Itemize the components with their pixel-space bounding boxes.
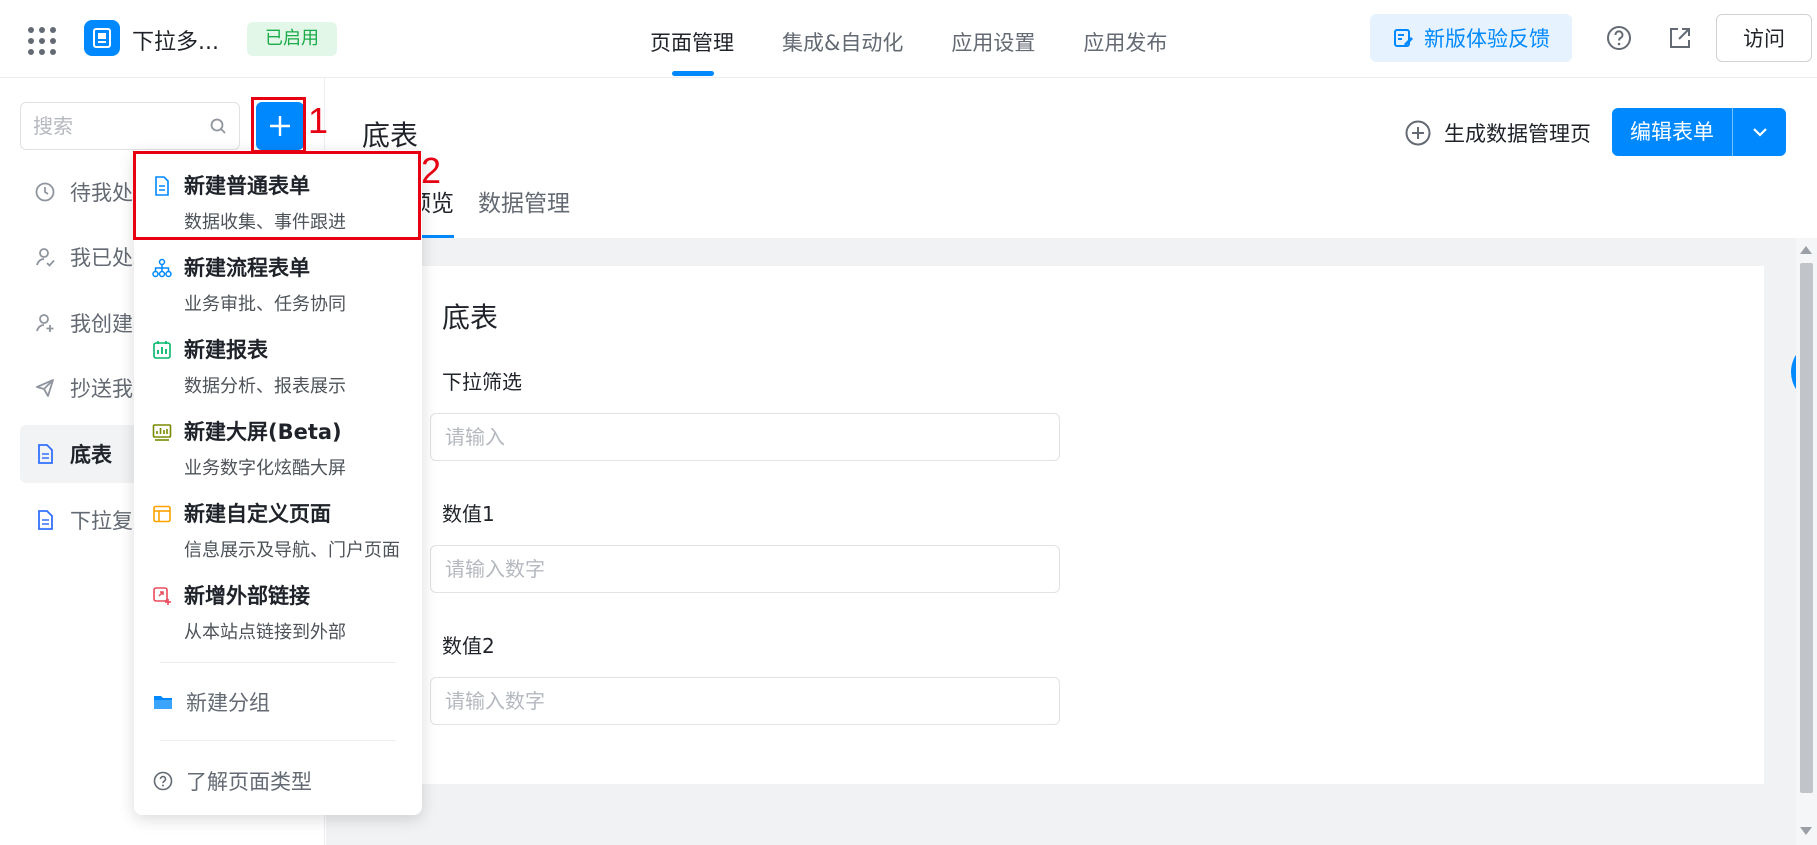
menu-item-desc: 信息展示及导航、门户页面 xyxy=(184,540,400,561)
sidebar-item-label: 底表 xyxy=(70,443,112,467)
search-icon[interactable] xyxy=(209,117,227,135)
field-number1 xyxy=(430,545,1060,593)
menu-item-title: 新建自定义页面 xyxy=(184,502,331,526)
page-title: 底表 xyxy=(362,119,419,152)
annotation-label-1: 1 xyxy=(308,100,329,141)
status-badge: 已启用 xyxy=(247,22,337,56)
field-number2 xyxy=(430,677,1060,725)
tab-app-publish[interactable]: 应用发布 xyxy=(1083,0,1167,78)
flow-icon xyxy=(152,258,172,278)
folder-icon xyxy=(154,696,172,709)
document-icon xyxy=(38,510,53,530)
screen-icon xyxy=(152,424,172,441)
main-nav: 页面管理 集成&自动化 应用设置 应用发布 xyxy=(650,0,1215,78)
search-box xyxy=(20,102,240,150)
chevron-down-icon xyxy=(1752,128,1767,137)
top-bar: 下拉多... 已启用 页面管理 集成&自动化 应用设置 应用发布 新版体验反馈 … xyxy=(0,0,1817,78)
clock-icon xyxy=(35,182,55,202)
annotation-label-2: 2 xyxy=(421,150,442,191)
menu-item-title: 新建大屏(Beta) xyxy=(184,420,342,444)
user-check-icon xyxy=(36,248,55,267)
menu-item-new-report[interactable]: 新建报表 数据分析、报表展示 xyxy=(134,320,422,402)
form-card: 底表 下拉筛选 数值1 数值2 xyxy=(350,266,1764,784)
search-input[interactable] xyxy=(21,103,191,149)
form-title: 底表 xyxy=(442,301,499,334)
menu-item-desc: 从本站点链接到外部 xyxy=(184,622,346,643)
annotation-box-2 xyxy=(133,151,421,240)
menu-item-new-group[interactable]: 新建分组 xyxy=(134,677,422,727)
open-external-icon[interactable] xyxy=(1666,24,1694,52)
send-icon xyxy=(36,379,54,397)
generate-label: 生成数据管理页 xyxy=(1444,122,1591,146)
dropdown-filter-input[interactable] xyxy=(431,414,1059,460)
tab-data-management[interactable]: 数据管理 xyxy=(478,178,570,238)
edit-form-label[interactable]: 编辑表单 xyxy=(1612,108,1732,156)
app-grid-icon[interactable] xyxy=(28,27,56,55)
report-icon xyxy=(153,341,171,359)
annotation-box-1 xyxy=(251,97,306,153)
menu-item-page-types[interactable]: 了解页面类型 xyxy=(134,756,422,806)
menu-item-new-external-link[interactable]: 新增外部链接 从本站点链接到外部 xyxy=(134,566,422,648)
menu-item-title: 新建报表 xyxy=(184,338,268,362)
edit-note-icon xyxy=(1394,29,1413,47)
new-page-menu: 新建普通表单 数据收集、事件跟进 新建流程表单 业务审批、任务协同 新建报表 数… xyxy=(134,150,422,815)
menu-item-new-flow-form[interactable]: 新建流程表单 业务审批、任务协同 xyxy=(134,238,422,320)
menu-item-label: 了解页面类型 xyxy=(186,770,312,794)
menu-item-title: 新增外部链接 xyxy=(184,584,310,608)
field-label-dropdown-filter: 下拉筛选 xyxy=(442,370,522,394)
tab-integration-automation[interactable]: 集成&自动化 xyxy=(782,0,903,78)
menu-item-desc: 业务数字化炫酷大屏 xyxy=(184,458,346,479)
help-icon[interactable] xyxy=(1605,24,1633,52)
tab-app-settings[interactable]: 应用设置 xyxy=(951,0,1035,78)
scrollbar-thumb[interactable] xyxy=(1800,263,1813,793)
scroll-down-icon[interactable] xyxy=(1800,827,1812,835)
custom-page-icon xyxy=(153,505,171,523)
tab-page-management[interactable]: 页面管理 xyxy=(650,0,734,78)
field-dropdown-filter xyxy=(430,413,1060,461)
preview-area: 底表 下拉筛选 数值1 数值2 xyxy=(326,238,1796,845)
menu-item-new-custom-page[interactable]: 新建自定义页面 信息展示及导航、门户页面 xyxy=(134,484,422,566)
generate-data-page-button[interactable]: 生成数据管理页 xyxy=(1404,118,1591,148)
menu-item-title: 新建流程表单 xyxy=(184,256,310,280)
scroll-up-icon[interactable] xyxy=(1800,246,1812,254)
menu-item-desc: 业务审批、任务协同 xyxy=(184,294,346,315)
menu-item-desc: 数据分析、报表展示 xyxy=(184,376,346,397)
user-add-icon xyxy=(36,314,54,332)
external-link-icon xyxy=(153,587,171,605)
edit-form-dropdown[interactable] xyxy=(1732,108,1786,156)
main-content: 底表 生成数据管理页 编辑表单 表单预览 数据管理 底表 下拉筛选 数值1 数值… xyxy=(326,78,1817,845)
number1-input[interactable] xyxy=(431,546,1059,592)
vertical-scrollbar[interactable] xyxy=(1796,238,1817,845)
help-icon xyxy=(153,771,173,791)
feedback-button[interactable]: 新版体验反馈 xyxy=(1370,14,1572,62)
app-name[interactable]: 下拉多... xyxy=(132,24,219,56)
menu-item-label: 新建分组 xyxy=(186,691,270,715)
visit-button[interactable]: 访问 xyxy=(1716,14,1812,62)
menu-item-new-big-screen[interactable]: 新建大屏(Beta) 业务数字化炫酷大屏 xyxy=(134,402,422,484)
menu-divider xyxy=(160,740,396,741)
plus-circle-icon xyxy=(1405,120,1431,146)
field-label-number1: 数值1 xyxy=(442,502,495,526)
feedback-label: 新版体验反馈 xyxy=(1424,27,1550,51)
app-logo-icon xyxy=(84,20,120,56)
document-icon xyxy=(38,444,53,464)
menu-divider xyxy=(160,662,396,663)
field-label-number2: 数值2 xyxy=(442,634,495,658)
edit-form-button[interactable]: 编辑表单 xyxy=(1612,108,1786,156)
number2-input[interactable] xyxy=(431,678,1059,724)
